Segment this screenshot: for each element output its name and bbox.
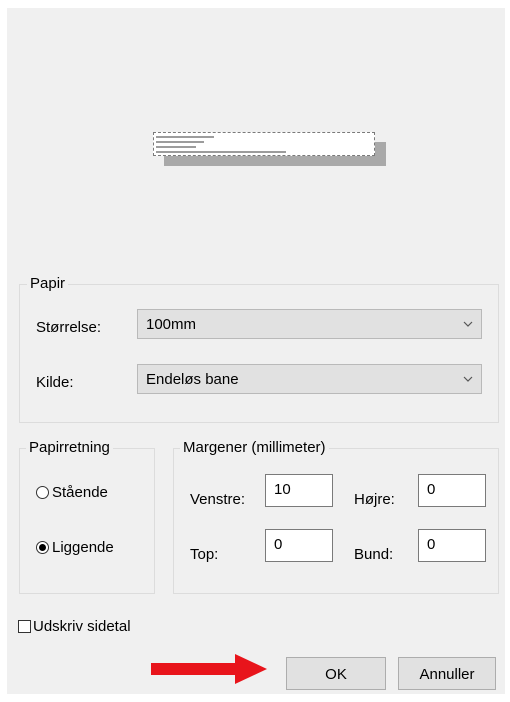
portrait-label[interactable]: Stående [52,485,108,500]
margin-bottom-value: 0 [427,536,436,553]
preview-text-line [156,136,214,138]
print-page-numbers-label[interactable]: Udskriv sidetal [33,619,131,634]
preview-text-line [156,151,286,153]
chevron-down-icon [463,376,473,382]
margin-bottom-label: Bund: [354,546,394,563]
paper-group [19,284,499,423]
preview-paper [153,132,375,156]
margin-right-input[interactable]: 0 [418,474,486,507]
portrait-radio[interactable] [36,486,49,499]
preview-text-line [156,146,196,148]
orientation-group-label: Papirretning [26,440,113,455]
landscape-label[interactable]: Liggende [52,540,114,555]
margin-top-input[interactable]: 0 [265,529,333,562]
print-page-numbers-checkbox[interactable] [18,620,31,633]
ok-button[interactable]: OK [286,657,386,690]
preview-text-line [156,141,204,143]
paper-source-label: Kilde: [36,374,74,391]
margin-bottom-input[interactable]: 0 [418,529,486,562]
paper-source-dropdown[interactable]: Endeløs bane [137,364,482,394]
margin-left-value: 10 [274,481,291,498]
paper-size-label: Størrelse: [36,319,102,336]
paper-size-value: 100mm [146,316,197,333]
paper-source-value: Endeløs bane [146,371,239,388]
paper-size-dropdown[interactable]: 100mm [137,309,482,339]
orientation-group [19,448,155,594]
cancel-button[interactable]: Annuller [398,657,496,690]
margin-top-value: 0 [274,536,283,553]
landscape-radio[interactable] [36,541,49,554]
page-setup-dialog: Papir Størrelse: 100mm Kilde: Endeløs ba… [7,8,505,694]
margin-left-input[interactable]: 10 [265,474,333,507]
margins-group [173,448,499,594]
red-arrow-icon [151,654,267,684]
margin-left-label: Venstre: [190,491,246,508]
ok-button-label: OK [325,666,347,683]
margin-right-label: Højre: [354,491,395,508]
margins-group-label: Margener (millimeter) [180,440,329,455]
margin-right-value: 0 [427,481,436,498]
paper-group-label: Papir [27,276,69,291]
chevron-down-icon [463,321,473,327]
cancel-button-label: Annuller [419,666,475,683]
margin-top-label: Top: [190,546,219,563]
